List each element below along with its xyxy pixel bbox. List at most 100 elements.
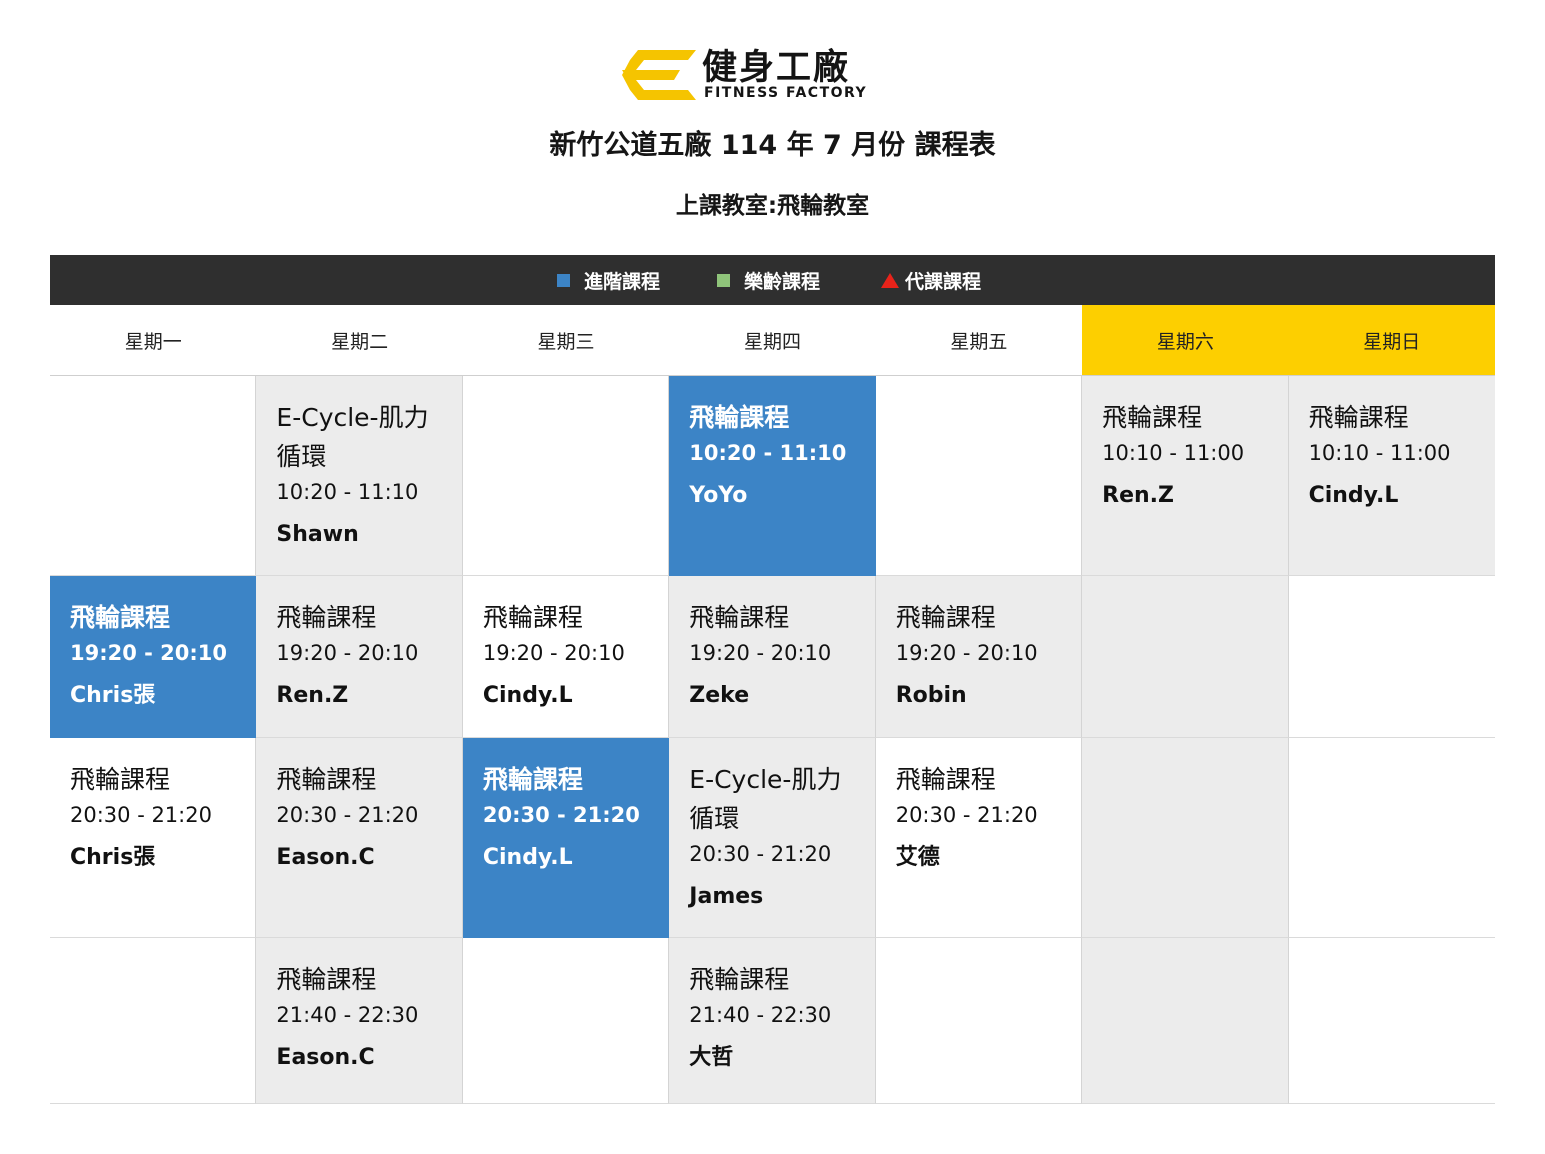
class-cell: 飛輪課程 10:10 - 11:00 Ren.Z (1082, 376, 1289, 576)
class-time: 19:20 - 20:10 (276, 641, 419, 665)
empty-cell (1288, 738, 1495, 938)
class-instructor: 艾德 (895, 845, 940, 870)
weekday-7: 星期日 (1288, 305, 1495, 375)
brand-name-en: FITNESS FACTORY (704, 85, 868, 101)
class-name: 飛輪課程 (70, 765, 171, 794)
class-instructor: Cindy.L (482, 683, 573, 708)
empty-cell (875, 376, 1083, 576)
class-time: 19:20 - 20:10 (482, 641, 625, 665)
empty-cell (1288, 576, 1495, 738)
class-name: 飛輪課程 (276, 965, 377, 994)
legend-substitute: 代課課程 (881, 255, 981, 305)
schedule-grid: E-Cycle-肌力循環 10:20 - 11:10 Shawn 飛輪課程 10:20 … (50, 376, 1495, 1104)
class-name: 飛輪課程 (689, 603, 790, 632)
empty-cell (50, 938, 257, 1104)
class-cell: 飛輪課程 19:20 - 20:10 Cindy.L (462, 576, 670, 738)
weekday-6: 星期六 (1082, 305, 1289, 375)
fitness-factory-logo-icon (622, 50, 696, 100)
class-instructor: Ren.Z (276, 683, 349, 708)
empty-cell (1082, 576, 1289, 738)
weekday-header: 星期一 星期二 星期三 星期四 星期五 星期六 星期日 (50, 305, 1495, 376)
class-time: 20:30 - 21:20 (689, 842, 832, 866)
class-time: 20:30 - 21:20 (482, 803, 640, 827)
class-time: 20:30 - 21:20 (70, 803, 212, 827)
class-time: 10:10 - 11:00 (1102, 441, 1245, 465)
class-instructor: Cindy.L (1308, 483, 1399, 508)
weekday-3: 星期三 (462, 305, 670, 375)
empty-cell (462, 376, 670, 576)
class-name: 飛輪課程 (689, 965, 790, 994)
class-cell: E-Cycle-肌力循環 10:20 - 11:10 Shawn (256, 376, 463, 576)
class-time: 21:40 - 22:30 (689, 1003, 832, 1027)
class-time: 10:20 - 11:10 (689, 441, 847, 465)
class-time: 20:30 - 21:20 (895, 803, 1038, 827)
class-cell: 飛輪課程 20:30 - 21:20 Chris張 (50, 738, 257, 938)
empty-cell (462, 938, 670, 1104)
class-instructor: 大哲 (689, 1045, 734, 1070)
class-name: 飛輪課程 (1102, 403, 1203, 432)
class-time: 19:20 - 20:10 (689, 641, 832, 665)
class-name: 飛輪課程 (895, 765, 996, 794)
class-cell: 飛輪課程 19:20 - 20:10 Chris張 (50, 576, 257, 738)
class-cell: 飛輪課程 21:40 - 22:30 Eason.C (256, 938, 463, 1104)
class-instructor: Chris張 (70, 683, 156, 708)
brand-name-cn: 健身工廠 (702, 48, 851, 88)
weekday-4: 星期四 (669, 305, 876, 375)
class-instructor: Shawn (276, 522, 359, 547)
class-name: 飛輪課程 (276, 603, 377, 632)
green-square-icon (717, 273, 730, 287)
class-cell: E-Cycle-肌力循環 20:30 - 21:20 James (669, 738, 876, 938)
class-name: 飛輪課程 (70, 603, 171, 632)
legend-label: 樂齡課程 (744, 270, 821, 293)
class-instructor: Robin (895, 683, 967, 708)
blue-square-icon (557, 273, 570, 287)
brand-logo: 健身工廠 FITNESS FACTORY (622, 48, 924, 104)
class-name: 飛輪課程 (895, 603, 996, 632)
weekday-1: 星期一 (50, 305, 257, 375)
class-name: 飛輪課程 (482, 603, 583, 632)
empty-cell (50, 376, 257, 576)
class-time: 10:10 - 11:00 (1308, 441, 1451, 465)
weekday-2: 星期二 (256, 305, 463, 375)
class-instructor: Cindy.L (482, 845, 573, 870)
class-time: 19:20 - 20:10 (70, 641, 228, 665)
class-instructor: Eason.C (276, 845, 375, 870)
class-cell: 飛輪課程 21:40 - 22:30 大哲 (669, 938, 876, 1104)
class-cell: 飛輪課程 20:30 - 21:20 Cindy.L (462, 738, 670, 938)
class-time: 10:20 - 11:10 (276, 480, 419, 504)
legend-label: 進階課程 (584, 270, 661, 293)
weekday-5: 星期五 (875, 305, 1083, 375)
class-cell: 飛輪課程 19:20 - 20:10 Zeke (669, 576, 876, 738)
class-name: E-Cycle-肌力循環 (689, 765, 842, 833)
class-cell: 飛輪課程 10:10 - 11:00 Cindy.L (1288, 376, 1495, 576)
class-time: 20:30 - 21:20 (276, 803, 419, 827)
class-instructor: James (689, 884, 764, 909)
class-cell: 飛輪課程 20:30 - 21:20 Eason.C (256, 738, 463, 938)
class-name: 飛輪課程 (482, 765, 583, 794)
empty-cell (875, 938, 1083, 1104)
class-time: 19:20 - 20:10 (895, 641, 1038, 665)
class-instructor: Eason.C (276, 1045, 375, 1070)
empty-cell (1082, 938, 1289, 1104)
class-instructor: Chris張 (70, 845, 156, 870)
class-name: 飛輪課程 (689, 403, 790, 432)
class-time: 21:40 - 22:30 (276, 1003, 419, 1027)
class-cell: 飛輪課程 10:20 - 11:10 YoYo (669, 376, 876, 576)
class-cell: 飛輪課程 19:20 - 20:10 Robin (875, 576, 1083, 738)
legend-label: 代課課程 (905, 270, 982, 293)
class-cell: 飛輪課程 20:30 - 21:20 艾德 (875, 738, 1083, 938)
legend-senior: 樂齡課程 (717, 255, 820, 305)
class-instructor: Zeke (689, 683, 750, 708)
legend-bar: 進階課程 樂齡課程 代課課程 (50, 255, 1495, 305)
empty-cell (1288, 938, 1495, 1104)
legend-advanced: 進階課程 (557, 255, 660, 305)
class-cell: 飛輪課程 19:20 - 20:10 Ren.Z (256, 576, 463, 738)
class-name: E-Cycle-肌力循環 (276, 403, 429, 471)
empty-cell (1082, 738, 1289, 938)
class-name: 飛輪課程 (276, 765, 377, 794)
red-triangle-icon (881, 272, 899, 288)
class-name: 飛輪課程 (1308, 403, 1409, 432)
class-instructor: Ren.Z (1102, 483, 1174, 508)
class-instructor: YoYo (689, 483, 748, 508)
room-label: 上課教室:飛輪教室 (675, 193, 870, 219)
